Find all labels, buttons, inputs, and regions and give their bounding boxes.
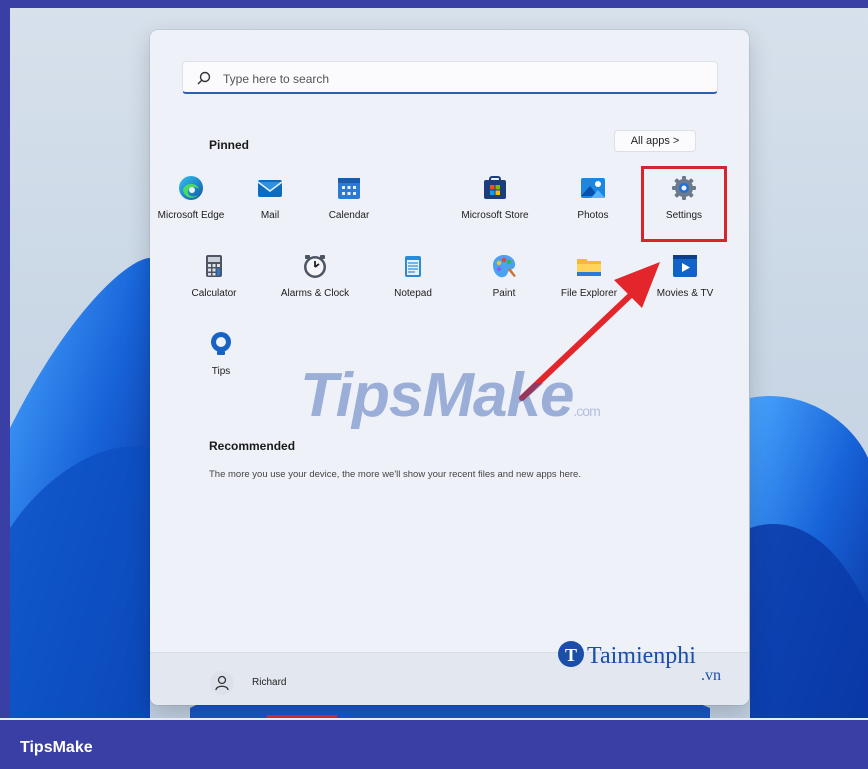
app-label: Alarms & Clock [280,288,350,299]
tips-icon [207,330,235,358]
app-label: Tips [211,366,231,377]
notepad-icon [399,252,427,280]
taimienphi-watermark: T Taimienphi .vn [553,636,743,691]
app-label: Microsoft Edge [157,210,225,221]
recommended-empty-text: The more you use your device, the more w… [209,469,581,480]
store-icon [481,174,509,202]
app-photos[interactable]: Photos [552,174,634,221]
all-apps-button[interactable]: All apps > [614,130,696,152]
clock-icon [301,252,329,280]
taskbar-edge [0,718,868,720]
app-notepad[interactable]: Notepad [372,252,454,299]
brand-bar: TipsMake [0,726,868,769]
search-box[interactable] [182,61,718,94]
settings-highlight-box [641,166,727,242]
app-label: Notepad [394,288,432,299]
mail-icon [256,174,284,202]
app-label: Microsoft Store [461,210,529,221]
app-tips[interactable]: Tips [180,330,262,377]
recommended-heading: Recommended [209,439,296,453]
calculator-icon [200,252,228,280]
app-microsoft-store[interactable]: Microsoft Store [454,174,536,221]
app-mail[interactable]: Mail [229,174,311,221]
desktop-screenshot: Pinned All apps > Microsoft Edge Mail Ca… [10,8,868,718]
user-avatar[interactable] [210,671,234,695]
app-alarms-clock[interactable]: Alarms & Clock [274,252,356,299]
app-label: Calendar [328,210,370,221]
start-menu: Pinned All apps > Microsoft Edge Mail Ca… [150,30,749,705]
app-calendar[interactable]: Calendar [308,174,390,221]
app-calculator[interactable]: Calculator [173,252,255,299]
photos-icon [579,174,607,202]
search-input[interactable] [221,68,705,90]
app-label: Mail [260,210,280,221]
edge-icon [177,174,205,202]
calendar-icon [335,174,363,202]
app-label: Calculator [191,288,237,299]
app-label: Photos [577,210,609,221]
app-microsoft-edge[interactable]: Microsoft Edge [150,174,232,221]
tipsmake-watermark: TipsMake.com [300,361,601,430]
pinned-heading: Pinned [209,138,250,152]
svg-text:T: T [565,645,577,665]
search-icon [197,71,211,85]
brand-label: TipsMake [20,739,93,756]
taskbar-highlight [267,715,337,718]
user-icon [215,675,229,691]
user-name[interactable]: Richard [252,677,286,688]
taimienphi-text: Taimienphi [587,643,696,669]
taimienphi-suffix: .vn [701,667,721,684]
